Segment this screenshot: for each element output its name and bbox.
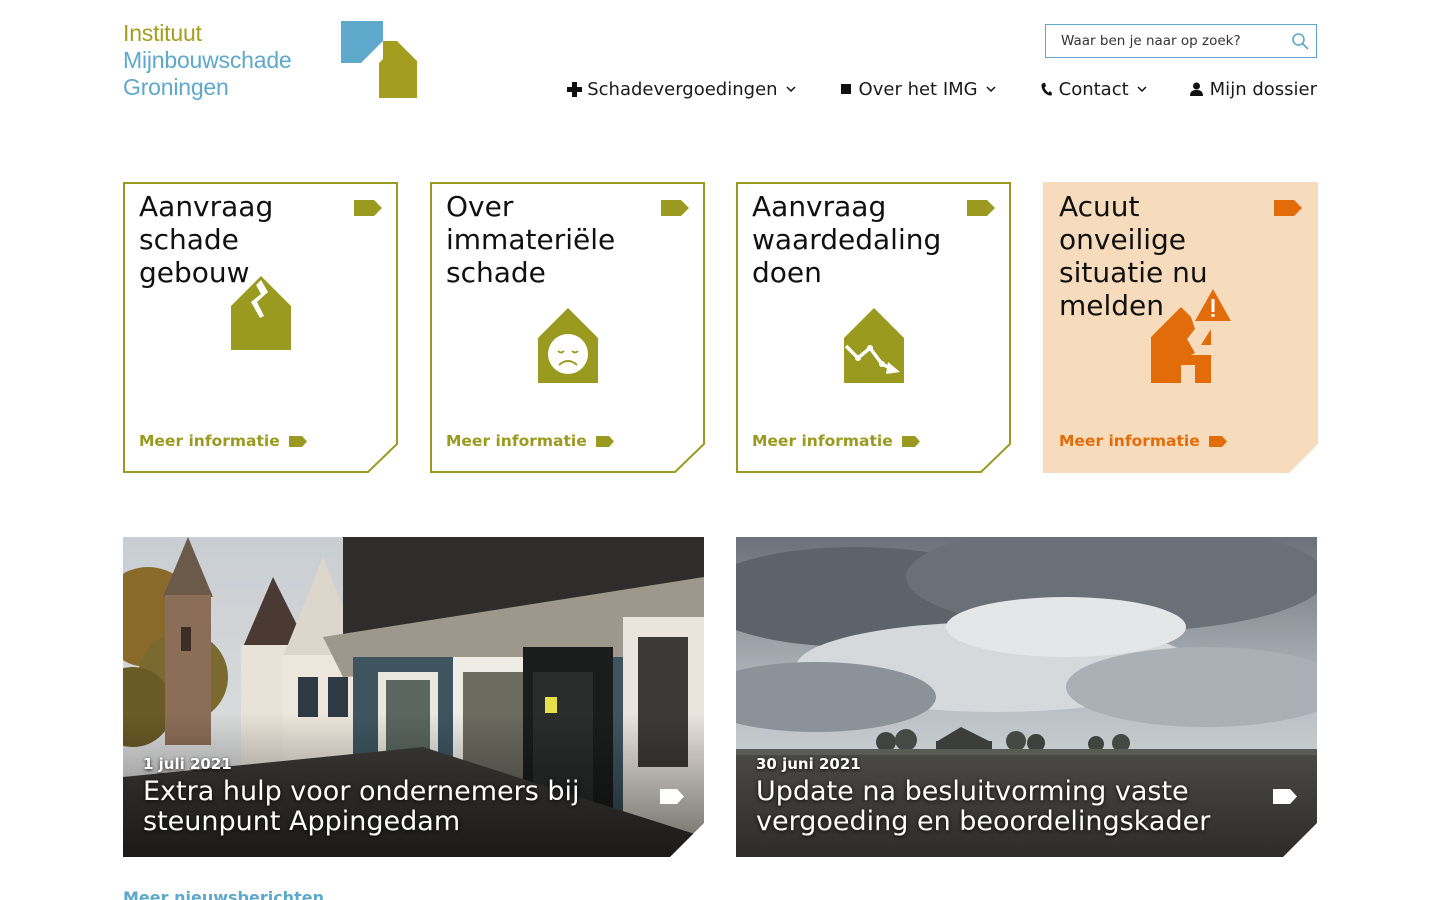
- logo-line-3: Groningen: [123, 74, 229, 100]
- user-icon: [1189, 82, 1205, 96]
- search-box: [1045, 24, 1317, 58]
- tile-schade-gebouw[interactable]: Aanvraag schade gebouw Meer informatie: [123, 182, 398, 473]
- sad-face-house-icon: [537, 308, 598, 383]
- news-card-vaste-vergoeding[interactable]: 30 juni 2021 Update na besluitvorming va…: [736, 537, 1317, 857]
- card-corner: [1283, 823, 1317, 857]
- tag-icon: [1208, 435, 1227, 447]
- tile-title: Over immateriële schade: [446, 190, 616, 289]
- more-info-link[interactable]: Meer informatie: [752, 432, 920, 450]
- nav-item-mijn-dossier[interactable]: Mijn dossier: [1189, 79, 1317, 100]
- more-info-label: Meer informatie: [1059, 432, 1200, 450]
- search-icon[interactable]: [1291, 32, 1309, 50]
- main-navigation: Schadevergoedingen Over het IMG Contact …: [566, 76, 1317, 102]
- tag-icon: [967, 200, 995, 216]
- tile-acuut-onveilige-situatie[interactable]: Acuut onveilige situatie nu melden Meer …: [1043, 182, 1318, 473]
- more-info-label: Meer informatie: [139, 432, 280, 450]
- tile-waardedaling[interactable]: Aanvraag waardedaling doen Meer informat…: [736, 182, 1011, 473]
- nav-label: Mijn dossier: [1209, 78, 1317, 100]
- nav-label: Over het IMG: [858, 78, 978, 100]
- search-input[interactable]: [1046, 25, 1282, 57]
- declining-value-house-icon: [843, 308, 904, 383]
- tile-immateriele-schade[interactable]: Over immateriële schade Meer informatie: [430, 182, 705, 473]
- chevron-down-icon: [986, 85, 996, 93]
- tile-title: Aanvraag waardedaling doen: [752, 190, 942, 289]
- tag-icon: [901, 435, 920, 447]
- news-date: 1 juli 2021: [143, 755, 232, 773]
- tag-icon: [354, 200, 382, 216]
- more-info-link[interactable]: Meer informatie: [139, 432, 307, 450]
- nav-label: Contact: [1058, 78, 1129, 100]
- warning-house-icon: [1150, 289, 1231, 383]
- tag-icon: [595, 435, 614, 447]
- more-info-link[interactable]: Meer informatie: [446, 432, 614, 450]
- nav-item-contact[interactable]: Contact: [1038, 79, 1147, 100]
- more-info-link[interactable]: Meer informatie: [1059, 432, 1227, 450]
- nav-item-over-het-img[interactable]: Over het IMG: [838, 79, 996, 100]
- logo-line-2: Mijnbouwschade: [123, 47, 292, 73]
- cracked-house-icon: [230, 276, 291, 350]
- square-icon: [838, 84, 854, 94]
- nav-label: Schadevergoedingen: [587, 78, 778, 100]
- chevron-down-icon: [786, 85, 796, 93]
- news-title: Update na besluitvorming vaste vergoedin…: [756, 776, 1211, 837]
- more-info-label: Meer informatie: [446, 432, 587, 450]
- logo-mark-icon: [341, 21, 417, 98]
- tag-icon: [1274, 200, 1302, 216]
- logo-wordmark: Instituut Mijnbouwschade Groningen: [123, 20, 292, 101]
- phone-icon: [1038, 82, 1054, 97]
- nav-item-schadevergoedingen[interactable]: Schadevergoedingen: [566, 78, 796, 100]
- tag-icon: [660, 789, 684, 804]
- tag-icon: [288, 435, 307, 447]
- plus-icon: [566, 81, 582, 97]
- card-corner: [670, 823, 704, 857]
- news-date: 30 juni 2021: [756, 755, 861, 773]
- more-info-label: Meer informatie: [752, 432, 893, 450]
- chevron-down-icon: [1137, 85, 1147, 93]
- tag-icon: [661, 200, 689, 216]
- logo-line-1: Instituut: [123, 20, 202, 46]
- tile-title: Aanvraag schade gebouw: [139, 190, 274, 289]
- site-logo[interactable]: Instituut Mijnbouwschade Groningen: [123, 20, 423, 110]
- news-title: Extra hulp voor ondernemers bij steunpun…: [143, 776, 580, 837]
- tag-icon: [1273, 789, 1297, 804]
- more-news-link[interactable]: Meer nieuwsberichten: [123, 888, 324, 900]
- news-card-ondernemers[interactable]: 1 juli 2021 Extra hulp voor ondernemers …: [123, 537, 704, 857]
